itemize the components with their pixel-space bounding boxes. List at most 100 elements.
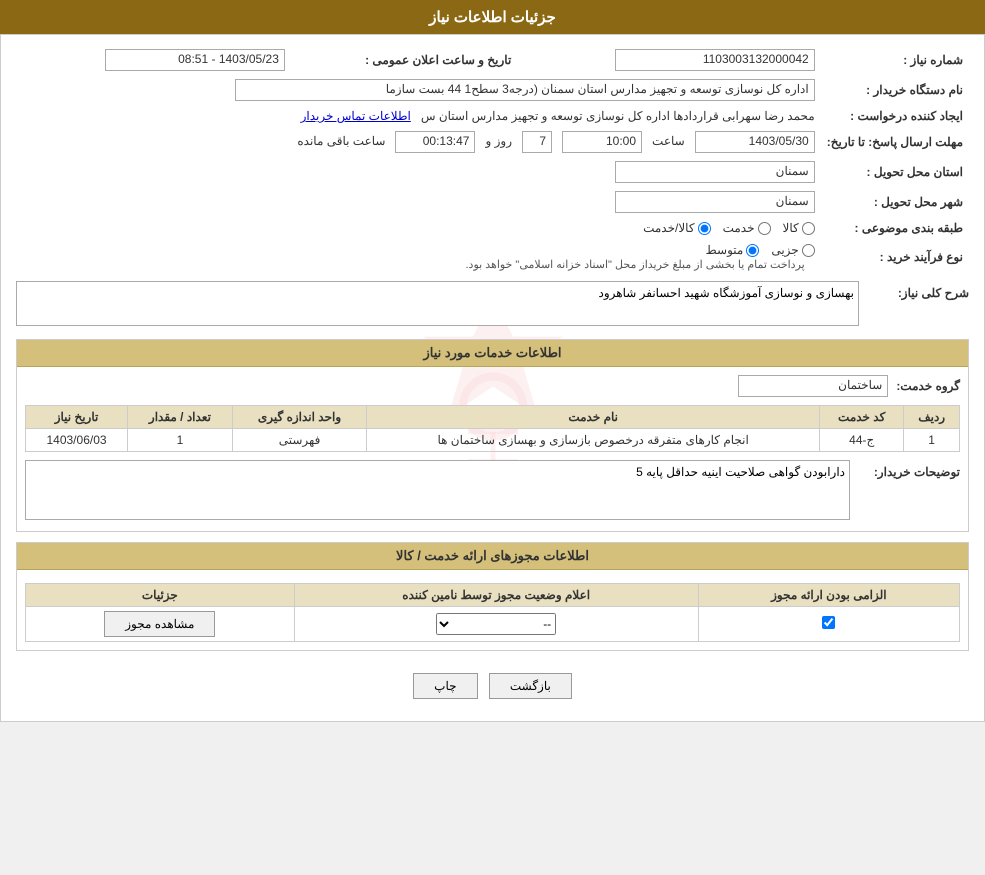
category-radio-group: کالا خدمت کالا/خدمت <box>22 221 815 235</box>
radio-kala-khedmat-label: کالا/خدمت <box>643 221 694 235</box>
provider-status-select[interactable]: -- <box>436 613 556 635</box>
page-header: جزئیات اطلاعات نیاز <box>0 0 985 34</box>
need-number-field: 1103003132000042 <box>615 49 815 71</box>
deadline-value: 1403/05/30 ساعت 10:00 7 روز و 00:13:47 س… <box>16 127 821 157</box>
row-province: استان محل تحویل : سمنان <box>16 157 969 187</box>
days-label: روز و <box>485 134 512 148</box>
license-table-header: الزامی بودن ارائه مجوز اعلام وضعیت مجوز … <box>26 584 960 607</box>
content-body: شماره نیاز : 1103003132000042 تاریخ و سا… <box>16 45 969 711</box>
th-code: کد خدمت <box>820 406 904 429</box>
purchase-type-radio-group: جزیی متوسط <box>22 243 815 257</box>
time-label: ساعت <box>652 134 685 148</box>
cell-name: انجام کارهای متفرقه درخصوص بازسازی و بهس… <box>367 429 820 452</box>
radio-kala-khedmat: کالا/خدمت <box>643 221 710 235</box>
buyer-notes-content <box>25 460 860 523</box>
th-qty: تعداد / مقدار <box>128 406 233 429</box>
th-details: جزئیات <box>26 584 295 607</box>
cell-qty: 1 <box>128 429 233 452</box>
cell-unit: فهرستی <box>232 429 366 452</box>
services-content: گروه خدمت: ساختمان ردیف کد خدمت نام خدمت… <box>17 367 968 531</box>
radio-kala-label: کالا <box>783 221 799 235</box>
radio-kala-khedmat-input[interactable] <box>698 222 711 235</box>
th-mandatory: الزامی بودن ارائه مجوز <box>698 584 959 607</box>
back-button[interactable]: بازگشت <box>489 673 572 699</box>
th-name: نام خدمت <box>367 406 820 429</box>
service-group-row: گروه خدمت: ساختمان <box>25 375 960 397</box>
row-city: شهر محل تحویل : سمنان <box>16 187 969 217</box>
radio-khedmat: خدمت <box>723 221 771 235</box>
buyer-label: نام دستگاه خریدار : <box>821 75 969 105</box>
bottom-buttons: بازگشت چاپ <box>16 661 969 711</box>
announce-value: 1403/05/23 - 08:51 <box>16 45 291 75</box>
th-date: تاریخ نیاز <box>26 406 128 429</box>
deadline-time-field: 10:00 <box>562 131 642 153</box>
category-label: طبقه بندی موضوعی : <box>821 217 969 239</box>
cell-code: ج-44 <box>820 429 904 452</box>
service-group-label: گروه خدمت: <box>896 379 960 393</box>
page-container: جزئیات اطلاعات نیاز شماره نیاز : 1103003… <box>0 0 985 722</box>
buyer-notes-textarea[interactable] <box>25 460 850 520</box>
cell-provider-status: -- <box>294 607 698 642</box>
province-label: استان محل تحویل : <box>821 157 969 187</box>
need-number-value: 1103003132000042 <box>517 45 820 75</box>
services-table: ردیف کد خدمت نام خدمت واحد اندازه گیری ت… <box>25 405 960 452</box>
purchase-type-label: نوع فرآیند خرید : <box>821 239 969 275</box>
cell-row: 1 <box>904 429 960 452</box>
need-description-label: شرح کلی نیاز: <box>869 281 969 300</box>
radio-motavaset: متوسط <box>706 243 760 257</box>
row-creator: ایجاد کننده درخواست : محمد رضا سهرابی قر… <box>16 105 969 127</box>
radio-motavaset-input[interactable] <box>746 244 759 257</box>
contact-link[interactable]: اطلاعات تماس خریدار <box>301 109 411 123</box>
radio-kala: کالا <box>783 221 815 235</box>
purchase-type-note: پرداخت تمام یا بخشی از مبلغ خریداز محل "… <box>465 259 804 271</box>
purchase-type-value: جزیی متوسط پرداخت تمام یا بخشی از مبلغ خ… <box>16 239 821 275</box>
need-description-textarea[interactable] <box>16 281 859 326</box>
creator-value: محمد رضا سهرابی قراردادها اداره کل نوساز… <box>16 105 821 127</box>
license-title: اطلاعات مجوزهای ارائه خدمت / کالا <box>17 543 968 570</box>
license-table-body: -- مشاهده مجوز <box>26 607 960 642</box>
deadline-date-field: 1403/05/30 <box>695 131 815 153</box>
mandatory-checkbox[interactable] <box>822 616 835 629</box>
row-need-number: شماره نیاز : 1103003132000042 تاریخ و سا… <box>16 45 969 75</box>
need-description-section: شرح کلی نیاز: <box>16 281 969 329</box>
radio-jozee: جزیی <box>771 243 814 257</box>
city-field: سمنان <box>615 191 815 213</box>
license-section: اطلاعات مجوزهای ارائه خدمت / کالا الزامی… <box>16 542 969 651</box>
page-title: جزئیات اطلاعات نیاز <box>429 9 556 26</box>
remaining-label: ساعت باقی مانده <box>297 134 385 148</box>
radio-kala-input[interactable] <box>802 222 815 235</box>
radio-jozee-label: جزیی <box>771 243 798 257</box>
buyer-notes-label: توضیحات خریدار: <box>860 460 960 479</box>
cell-mandatory <box>698 607 959 642</box>
services-table-body: 1 ج-44 انجام کارهای متفرقه درخصوص بازساز… <box>26 429 960 452</box>
license-table: الزامی بودن ارائه مجوز اعلام وضعیت مجوز … <box>25 583 960 642</box>
city-label: شهر محل تحویل : <box>821 187 969 217</box>
services-table-header: ردیف کد خدمت نام خدمت واحد اندازه گیری ت… <box>26 406 960 429</box>
need-description-content <box>16 281 869 329</box>
radio-motavaset-label: متوسط <box>706 243 744 257</box>
announce-value-field: 1403/05/23 - 08:51 <box>105 49 285 71</box>
province-field: سمنان <box>615 161 815 183</box>
print-button[interactable]: چاپ <box>413 673 477 699</box>
th-unit: واحد اندازه گیری <box>232 406 366 429</box>
th-provider-status: اعلام وضعیت مجوز توسط نامین کننده <box>294 584 698 607</box>
radio-jozee-input[interactable] <box>802 244 815 257</box>
license-content: الزامی بودن ارائه مجوز اعلام وضعیت مجوز … <box>17 570 968 650</box>
radio-khedmat-label: خدمت <box>723 221 755 235</box>
main-content: شماره نیاز : 1103003132000042 تاریخ و سا… <box>0 34 985 722</box>
cell-details: مشاهده مجوز <box>26 607 295 642</box>
th-row: ردیف <box>904 406 960 429</box>
row-deadline: مهلت ارسال پاسخ: تا تاریخ: 1403/05/30 سا… <box>16 127 969 157</box>
services-section: اطلاعات خدمات مورد نیاز گروه خدمت: ساختم… <box>16 339 969 532</box>
service-group-value: ساختمان <box>738 375 888 397</box>
announce-label: تاریخ و ساعت اعلان عمومی : <box>291 45 517 75</box>
city-value: سمنان <box>16 187 821 217</box>
creator-label: ایجاد کننده درخواست : <box>821 105 969 127</box>
deadline-days-field: 7 <box>522 131 552 153</box>
buyer-value: اداره کل نوسازی توسعه و تجهیز مدارس استا… <box>16 75 821 105</box>
buyer-name-field: اداره کل نوسازی توسعه و تجهیز مدارس استا… <box>235 79 815 101</box>
radio-khedmat-input[interactable] <box>758 222 771 235</box>
view-license-button[interactable]: مشاهده مجوز <box>104 611 215 637</box>
row-buyer: نام دستگاه خریدار : اداره کل نوسازی توسع… <box>16 75 969 105</box>
deadline-label: مهلت ارسال پاسخ: تا تاریخ: <box>821 127 969 157</box>
